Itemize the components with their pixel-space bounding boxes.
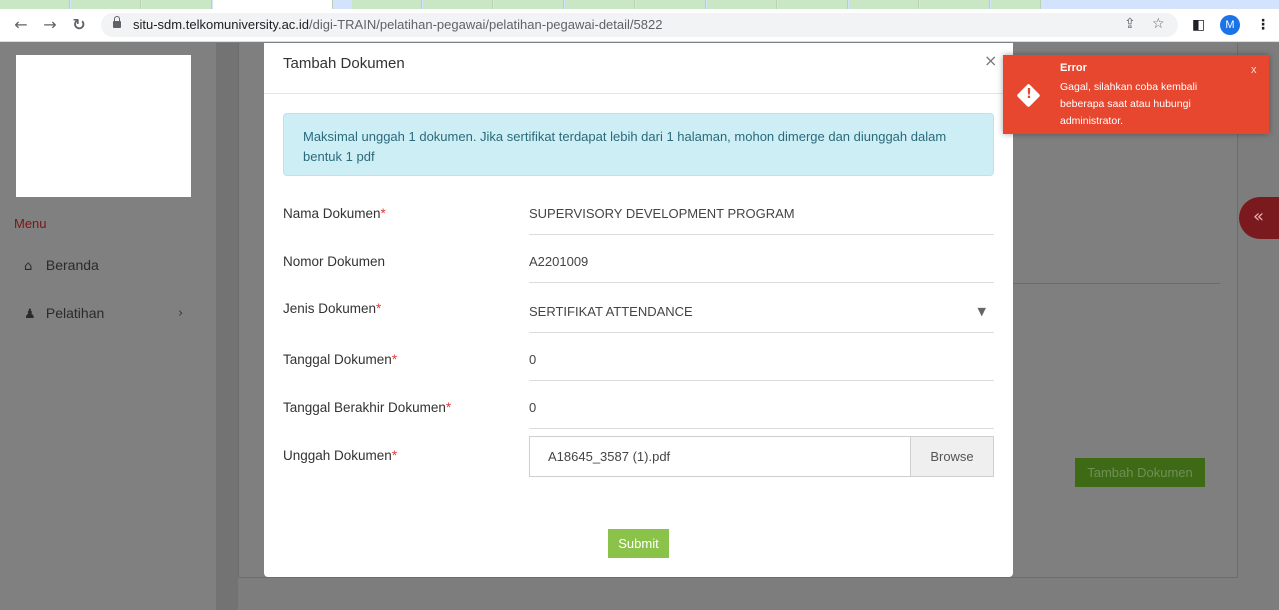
jenis-dokumen-label: Jenis Dokumen* xyxy=(283,301,381,316)
back-icon[interactable]: ← xyxy=(10,14,32,36)
dropdown-caret-icon: ▼ xyxy=(977,305,986,318)
browser-tab[interactable] xyxy=(920,0,990,9)
logo-placeholder xyxy=(16,55,191,197)
nama-dokumen-input[interactable]: SUPERVISORY DEVELOPMENT PROGRAM xyxy=(529,200,994,235)
chevron-right-icon[interactable]: › xyxy=(178,306,183,321)
add-document-button[interactable]: Tambah Dokumen xyxy=(1075,458,1205,487)
browser-tab-strip xyxy=(0,0,1279,9)
sidebar-item-beranda[interactable]: ⌂ Beranda xyxy=(24,257,99,274)
browser-tab[interactable] xyxy=(352,0,422,9)
browser-tab[interactable] xyxy=(849,0,919,9)
tanggal-berakhir-input[interactable]: 0 xyxy=(529,394,994,429)
browser-tab[interactable] xyxy=(423,0,493,9)
reload-icon[interactable]: ↻ xyxy=(68,14,90,36)
browser-tab[interactable] xyxy=(778,0,848,9)
browser-tab[interactable] xyxy=(71,0,141,9)
side-panel-icon[interactable]: ◧ xyxy=(1192,17,1205,33)
sidebar-item-label: Beranda xyxy=(45,257,99,273)
nomor-dokumen-label: Nomor Dokumen xyxy=(283,254,386,269)
jenis-dokumen-select[interactable]: SERTIFIKAT ATTENDANCE ▼ xyxy=(529,298,994,333)
close-icon[interactable]: × xyxy=(984,51,997,70)
label-text: Jenis Dokumen xyxy=(283,301,377,316)
label-text: Nama Dokumen xyxy=(283,206,381,221)
collapse-sidebar-icon[interactable]: « xyxy=(1239,197,1279,239)
add-document-modal: Tambah Dokumen × Maksimal unggah 1 dokum… xyxy=(264,43,1013,577)
info-alert: Maksimal unggah 1 dokumen. Jika sertifik… xyxy=(283,113,994,176)
modal-title: Tambah Dokumen xyxy=(283,55,405,72)
sidebar-item-pelatihan[interactable]: ♟ Pelatihan xyxy=(24,305,104,322)
selected-value: SERTIFIKAT ATTENDANCE xyxy=(529,304,693,319)
url-text[interactable]: situ-sdm.telkomuniversity.ac.id/digi-TRA… xyxy=(133,17,662,32)
browser-tab-active[interactable] xyxy=(213,0,333,9)
label-text: Tanggal Dokumen xyxy=(283,352,392,367)
browser-tab[interactable] xyxy=(0,0,70,9)
file-name: A18645_3587 (1).pdf xyxy=(548,449,671,464)
content-gutter xyxy=(216,43,238,610)
warning-icon: ! xyxy=(1016,83,1041,108)
label-text: Unggah Dokumen xyxy=(283,448,392,463)
unggah-dokumen-label: Unggah Dokumen* xyxy=(283,448,397,463)
error-toast: ! Error Gagal, silahkan coba kembali beb… xyxy=(1003,55,1269,134)
url-path: /digi-TRAIN/pelatihan-pegawai/pelatihan-… xyxy=(309,17,663,32)
tanggal-dokumen-label: Tanggal Dokumen* xyxy=(283,352,397,367)
browser-tab[interactable] xyxy=(565,0,635,9)
toast-close-button[interactable]: x xyxy=(1251,64,1257,76)
label-text: Tanggal Berakhir Dokumen xyxy=(283,400,446,415)
nama-dokumen-label: Nama Dokumen* xyxy=(283,206,386,221)
toast-message: Gagal, silahkan coba kembali beberapa sa… xyxy=(1060,81,1198,127)
file-upload-input[interactable]: A18645_3587 (1).pdf Browse xyxy=(529,436,994,477)
url-host: situ-sdm.telkomuniversity.ac.id xyxy=(133,17,310,32)
required-asterisk: * xyxy=(391,448,398,463)
sidebar: Menu ⌂ Beranda ♟ Pelatihan › xyxy=(0,43,216,610)
bookmark-star-icon[interactable]: ☆ xyxy=(1152,16,1165,32)
browse-button[interactable]: Browse xyxy=(910,437,993,476)
lock-icon[interactable] xyxy=(113,16,121,28)
modal-header: Tambah Dokumen × xyxy=(264,43,1013,94)
person-icon: ♟ xyxy=(24,307,36,322)
sidebar-item-label: Pelatihan xyxy=(45,305,105,321)
browser-toolbar: ← → ↻ situ-sdm.telkomuniversity.ac.id/di… xyxy=(0,9,1279,42)
address-bar[interactable]: situ-sdm.telkomuniversity.ac.id/digi-TRA… xyxy=(101,13,1178,37)
share-icon[interactable]: ⇪ xyxy=(1124,16,1136,32)
required-asterisk: * xyxy=(391,352,398,367)
nomor-dokumen-input[interactable]: A2201009 xyxy=(529,248,994,283)
browser-tab[interactable] xyxy=(494,0,564,9)
divider xyxy=(1010,283,1220,284)
browser-tab[interactable] xyxy=(991,0,1041,9)
home-icon: ⌂ xyxy=(24,259,33,274)
profile-avatar[interactable]: M xyxy=(1220,15,1240,35)
browser-menu-icon[interactable]: ⋮ xyxy=(1256,17,1270,33)
required-asterisk: * xyxy=(376,301,382,316)
tanggal-berakhir-label: Tanggal Berakhir Dokumen* xyxy=(283,400,451,415)
required-asterisk: * xyxy=(380,206,386,221)
browser-tab[interactable] xyxy=(707,0,777,9)
browser-tab[interactable] xyxy=(636,0,706,9)
submit-button[interactable]: Submit xyxy=(608,529,669,558)
menu-title: Menu xyxy=(14,216,47,231)
required-asterisk: * xyxy=(445,400,452,415)
browser-tab[interactable] xyxy=(142,0,212,9)
forward-icon[interactable]: → xyxy=(39,14,61,36)
tanggal-dokumen-input[interactable]: 0 xyxy=(529,346,994,381)
toast-title: Error xyxy=(1060,62,1087,74)
